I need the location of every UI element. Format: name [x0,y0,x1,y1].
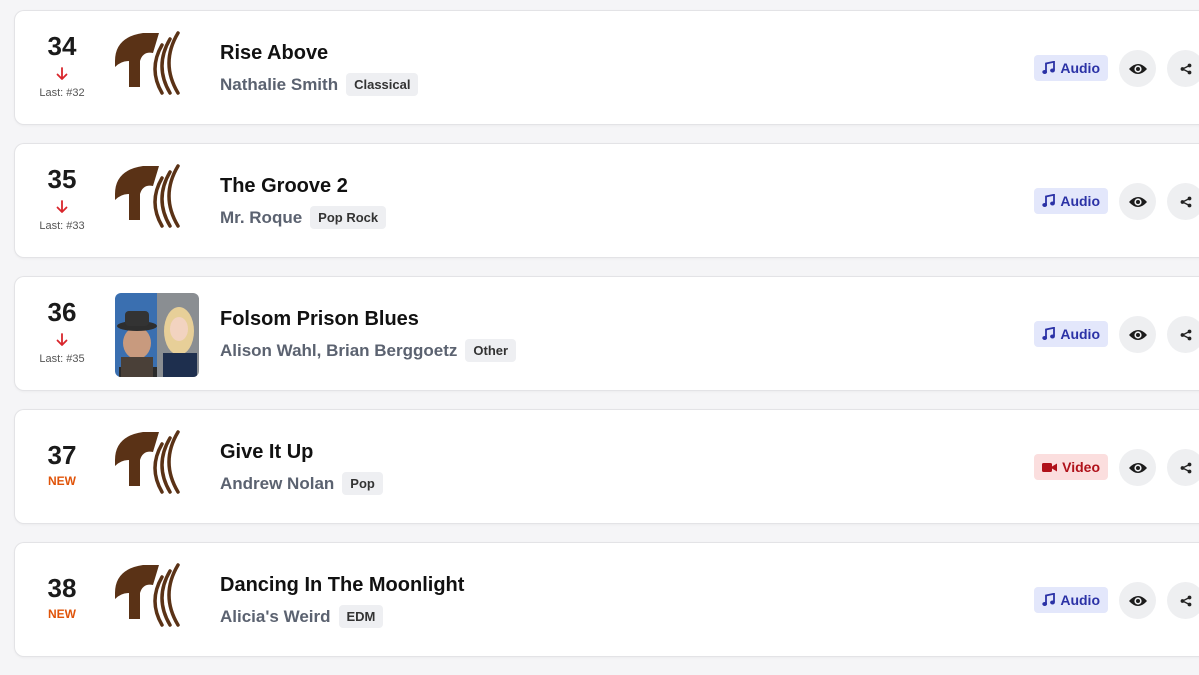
song-title[interactable]: Dancing In The Moonlight [220,574,464,597]
chart-list: 34 Last: #32 Rise Above Nathalie Smith Class… [14,10,1199,675]
eye-icon [1128,329,1147,340]
cover-art[interactable] [115,293,199,377]
share-button[interactable] [1167,183,1199,220]
media-label: Audio [1060,193,1100,209]
rank-number: 34 [47,31,77,61]
view-button[interactable] [1119,582,1156,619]
chart-entry-row[interactable]: 34 Last: #32 Rise Above Nathalie Smith Class… [14,10,1199,125]
eye-icon [1128,462,1147,473]
view-button[interactable] [1119,50,1156,87]
cover-art[interactable] [115,559,199,643]
music-note-icon [1042,593,1060,607]
eye-icon [1128,63,1147,74]
cover-art[interactable] [115,426,199,510]
chart-entry-row[interactable]: 35 Last: #33 The Groove 2 Mr. Roque Pop Rock… [14,143,1199,258]
artist-photo [115,293,199,377]
rank-column: 34 Last: #32 [15,11,109,124]
cover-art[interactable] [115,27,199,111]
audio-badge[interactable]: Audio [1034,55,1108,81]
share-icon [1180,462,1191,473]
new-entry-label: NEW [48,474,76,488]
genre-tag: Classical [346,73,419,96]
share-icon [1180,329,1191,340]
video-camera-icon [1042,462,1062,473]
share-button[interactable] [1167,449,1199,486]
last-rank-value: 35 [72,353,85,365]
genre-tag: Pop [342,472,383,495]
music-note-icon [1042,194,1060,208]
down-arrow-icon [56,200,68,214]
view-button[interactable] [1119,183,1156,220]
music-note-icon [1042,327,1060,341]
last-rank-prefix: Last: # [39,220,73,232]
rank-column: 38 NEW [15,543,109,656]
song-title[interactable]: Give It Up [220,441,313,464]
down-arrow-icon [56,67,68,81]
genre-tag: Pop Rock [310,206,387,229]
song-title[interactable]: Folsom Prison Blues [220,308,419,331]
rank-number: 37 [47,440,77,470]
chart-entry-row[interactable]: 37 NEW Give It Up Andrew Nolan Pop Video [14,409,1199,524]
audio-badge[interactable]: Audio [1034,587,1108,613]
artist-name[interactable]: Alison Wahl, Brian Berggoetz [220,341,457,361]
genre-tag: Other [465,339,517,362]
eye-icon [1128,595,1147,606]
artist-name[interactable]: Alicia's Weird [220,607,331,627]
share-icon [1180,595,1191,606]
audio-badge[interactable]: Audio [1034,321,1108,347]
last-rank-prefix: Last: # [39,87,73,99]
media-label: Audio [1060,326,1100,342]
last-rank-prefix: Last: # [39,353,73,365]
song-title[interactable]: Rise Above [220,42,328,65]
song-meta: Mr. Roque Pop Rock [220,206,387,229]
share-button[interactable] [1167,582,1199,619]
audio-badge[interactable]: Audio [1034,188,1108,214]
song-meta: Alison Wahl, Brian Berggoetz Other [220,339,517,362]
view-button[interactable] [1119,449,1156,486]
rank-column: 36 Last: #35 [15,277,109,390]
music-note-icon [1042,61,1060,75]
chart-entry-row[interactable]: 36 Last: #35 Folsom Prison Blues Alison Wah… [14,276,1199,391]
chart-entry-row[interactable]: 38 NEW Dancing In The Moonlight Alicia's We… [14,542,1199,657]
rank-column: 35 Last: #33 [15,144,109,257]
artist-name[interactable]: Mr. Roque [220,208,302,228]
artist-name[interactable]: Andrew Nolan [220,474,334,494]
share-icon [1180,63,1191,74]
song-meta: Alicia's Weird EDM [220,605,384,628]
cover-art[interactable] [115,160,199,244]
rank-column: 37 NEW [15,410,109,523]
media-label: Audio [1060,592,1100,608]
song-meta: Andrew Nolan Pop [220,472,383,495]
share-button[interactable] [1167,316,1199,353]
artist-name[interactable]: Nathalie Smith [220,75,338,95]
radio-logo-icon [115,563,180,627]
last-rank: Last: #35 [15,353,109,365]
genre-tag: EDM [338,605,384,628]
eye-icon [1128,196,1147,207]
media-label: Video [1062,459,1100,475]
radio-logo-icon [115,31,180,95]
view-button[interactable] [1119,316,1156,353]
last-rank: Last: #32 [15,87,109,99]
last-rank: Last: #33 [15,220,109,232]
video-badge[interactable]: Video [1034,454,1108,480]
rank-number: 35 [47,164,77,194]
song-meta: Nathalie Smith Classical [220,73,419,96]
down-arrow-icon [56,333,68,347]
rank-number: 36 [47,297,77,327]
radio-logo-icon [115,164,180,228]
media-label: Audio [1060,60,1100,76]
last-rank-value: 32 [72,87,85,99]
share-icon [1180,196,1191,207]
new-entry-label: NEW [48,607,76,621]
last-rank-value: 33 [72,220,85,232]
song-title[interactable]: The Groove 2 [220,175,348,198]
share-button[interactable] [1167,50,1199,87]
radio-logo-icon [115,430,180,494]
rank-number: 38 [47,573,77,603]
